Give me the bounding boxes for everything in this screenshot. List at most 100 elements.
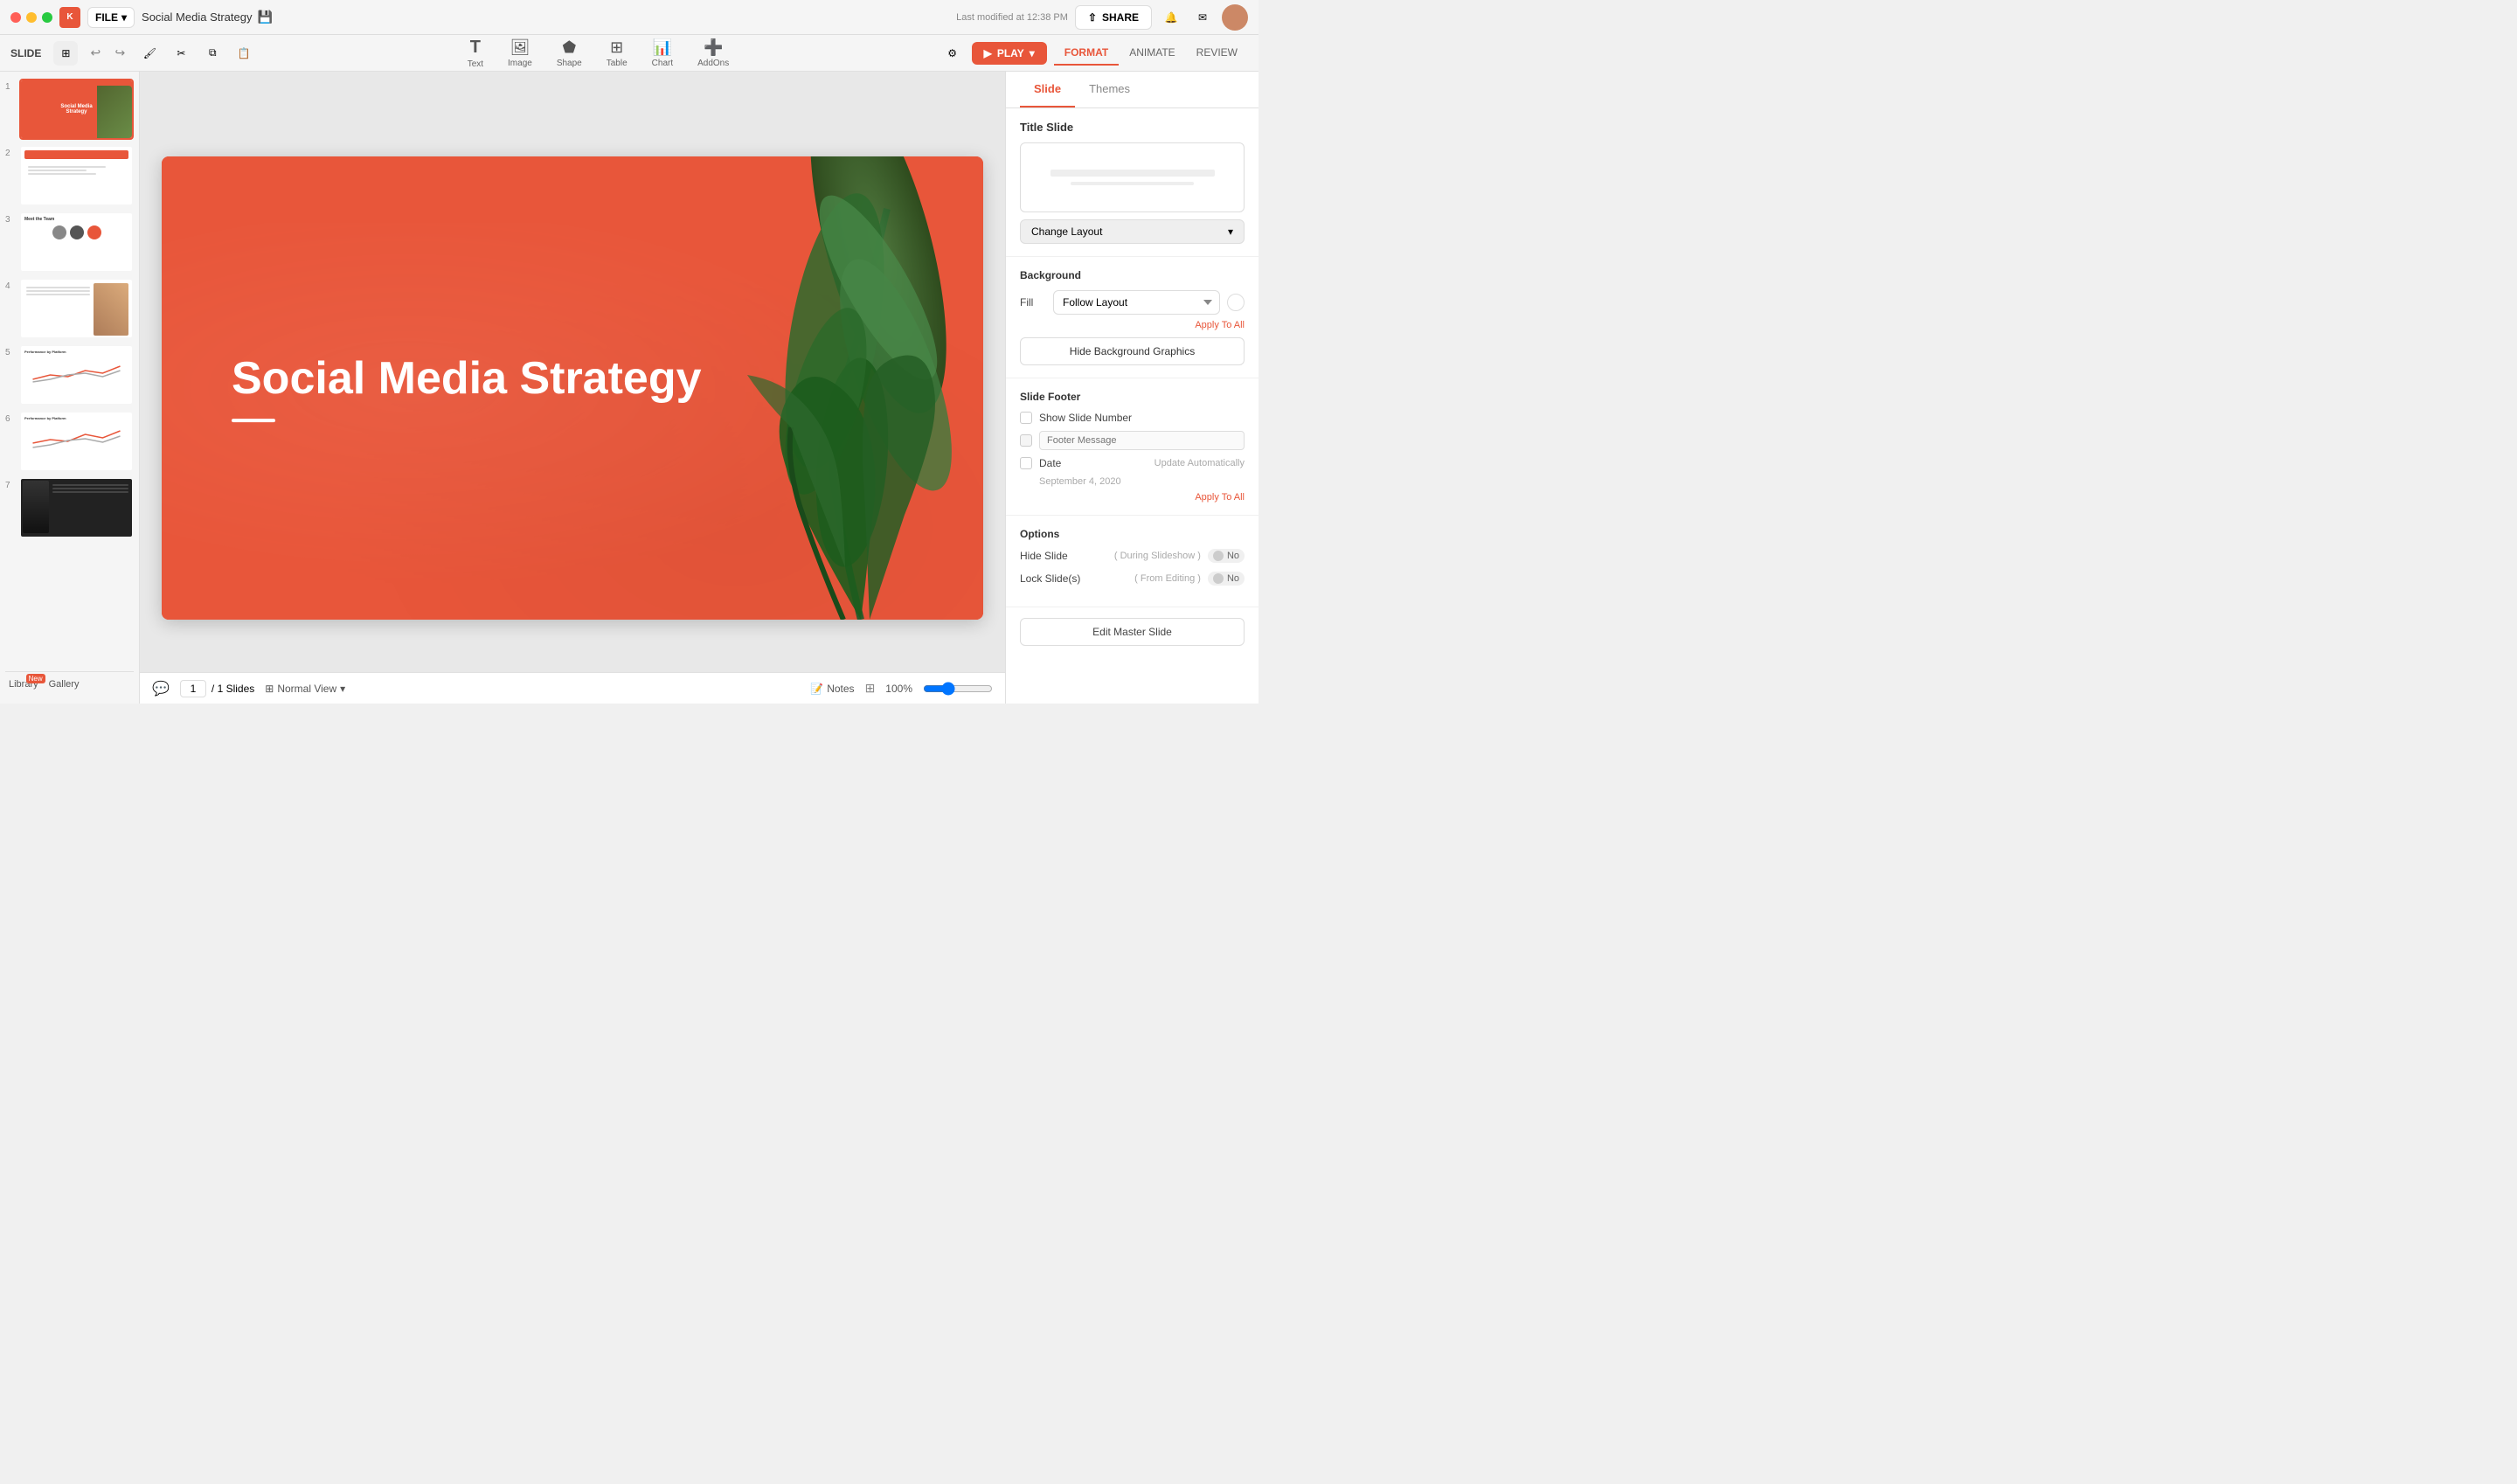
- redo-button[interactable]: ↪: [109, 43, 130, 64]
- background-title: Background: [1020, 269, 1245, 281]
- grid-view-button[interactable]: ⊞: [865, 681, 876, 696]
- slide-thumbnail-3[interactable]: Meet the Team: [19, 212, 134, 273]
- tab-animate[interactable]: ANIMATE: [1119, 41, 1185, 66]
- lock-slide-label: Lock Slide(s): [1020, 572, 1127, 585]
- copy-button[interactable]: ⧉: [200, 41, 225, 66]
- text-tool[interactable]: T Text: [455, 34, 496, 73]
- paste-button[interactable]: 📋: [232, 41, 256, 66]
- view-dropdown-icon: ▾: [340, 683, 345, 695]
- zoom-slider[interactable]: [923, 682, 993, 696]
- email-button[interactable]: ✉: [1190, 5, 1215, 30]
- settings-button[interactable]: ⚙: [940, 41, 965, 66]
- save-icon: 💾: [257, 10, 272, 24]
- page-number-input[interactable]: [180, 680, 206, 697]
- layout-title: Title Slide: [1020, 121, 1245, 134]
- canvas-area: Social Media Strategy 💬 / 1 Slides ⊞ Nor…: [140, 72, 1005, 704]
- gallery-button[interactable]: Gallery: [49, 679, 80, 690]
- footer-message-checkbox[interactable]: [1020, 434, 1032, 447]
- share-button[interactable]: ⇧ SHARE: [1075, 5, 1152, 30]
- chat-button[interactable]: 💬: [152, 680, 170, 697]
- tab-review[interactable]: REVIEW: [1186, 41, 1248, 66]
- show-slide-number-checkbox[interactable]: [1020, 412, 1032, 424]
- footer-message-row: [1020, 431, 1245, 450]
- text-icon: T: [470, 38, 481, 58]
- slide-thumbnail-5[interactable]: Performance by Platform: [19, 344, 134, 406]
- color-picker[interactable]: [1227, 294, 1245, 311]
- slide-thumbnail-7[interactable]: [19, 477, 134, 538]
- update-automatically-text: Update Automatically: [1154, 458, 1245, 468]
- last-modified-text: Last modified at 12:38 PM: [956, 12, 1068, 23]
- slide-thumb-2[interactable]: 2: [5, 145, 134, 206]
- fill-select[interactable]: Follow Layout: [1053, 290, 1220, 315]
- footer-title: Slide Footer: [1020, 391, 1245, 403]
- show-slide-number-row: Show Slide Number: [1020, 412, 1245, 424]
- app-icon: K: [59, 7, 80, 28]
- slide-thumbnail-4[interactable]: [19, 278, 134, 339]
- avatar[interactable]: [1222, 4, 1248, 31]
- slide-thumb-7[interactable]: 7: [5, 477, 134, 538]
- page-total-text: / 1 Slides: [211, 683, 254, 695]
- apply-to-all-link[interactable]: Apply To All: [1020, 320, 1245, 330]
- undo-button[interactable]: ↩: [85, 43, 106, 64]
- main-content: 1 Social MediaStrategy 2: [0, 72, 1258, 704]
- change-layout-dropdown-icon: ▾: [1228, 225, 1233, 238]
- view-selector[interactable]: ⊞ Normal View ▾: [265, 683, 345, 695]
- play-button[interactable]: ▶ PLAY ▾: [972, 42, 1047, 65]
- tab-format[interactable]: FORMAT: [1054, 41, 1119, 66]
- shape-tool[interactable]: ⬟ Shape: [544, 35, 594, 72]
- slide-panel: 1 Social MediaStrategy 2: [0, 72, 140, 704]
- close-button[interactable]: [10, 12, 21, 23]
- change-layout-button[interactable]: Change Layout ▾: [1020, 219, 1245, 244]
- date-checkbox[interactable]: [1020, 457, 1032, 469]
- slide-thumb-6[interactable]: 6 Performance by Platform: [5, 411, 134, 472]
- view-tabs: FORMAT ANIMATE REVIEW: [1054, 41, 1248, 66]
- title-bar: K FILE ▾ Social Media Strategy 💾 Last mo…: [0, 0, 1258, 35]
- layout-section: Title Slide Change Layout ▾: [1006, 108, 1258, 257]
- lock-slide-toggle[interactable]: No: [1208, 572, 1245, 586]
- layout-preview: [1020, 142, 1245, 212]
- chart-tool[interactable]: 📊 Chart: [640, 35, 685, 72]
- slide-thumb-5[interactable]: 5 Performance by Platform: [5, 344, 134, 406]
- tab-themes[interactable]: Themes: [1075, 72, 1144, 107]
- view-toggle-button[interactable]: ⊞: [53, 41, 78, 66]
- tab-slide[interactable]: Slide: [1020, 72, 1075, 107]
- library-button[interactable]: Library New: [9, 679, 38, 690]
- slide-thumb-1[interactable]: 1 Social MediaStrategy: [5, 79, 134, 140]
- notes-button[interactable]: 📝 Notes: [810, 683, 854, 695]
- slide-canvas[interactable]: Social Media Strategy: [162, 156, 983, 620]
- fill-label: Fill: [1020, 296, 1046, 309]
- minimize-button[interactable]: [26, 12, 37, 23]
- lock-slide-sub: ( From Editing ): [1134, 573, 1201, 584]
- slide-thumbnail-1[interactable]: Social MediaStrategy: [19, 79, 134, 140]
- slide-thumb-3[interactable]: 3 Meet the Team: [5, 212, 134, 273]
- cut-button[interactable]: ✂: [169, 41, 193, 66]
- hide-slide-row: Hide Slide ( During Slideshow ) No: [1020, 549, 1245, 563]
- footer-message-input[interactable]: [1039, 431, 1245, 450]
- play-dropdown-icon: ▾: [1030, 47, 1035, 59]
- shape-icon: ⬟: [562, 38, 576, 57]
- addons-tool[interactable]: ➕ AddOns: [685, 35, 741, 72]
- table-icon: ⊞: [610, 38, 623, 57]
- slide-thumb-4[interactable]: 4: [5, 278, 134, 339]
- options-section: Options Hide Slide ( During Slideshow ) …: [1006, 516, 1258, 607]
- hide-slide-toggle[interactable]: No: [1208, 549, 1245, 563]
- file-menu-button[interactable]: FILE ▾: [87, 7, 135, 28]
- apply-to-all-footer-link[interactable]: Apply To All: [1020, 492, 1245, 503]
- edit-master-slide-button[interactable]: Edit Master Slide: [1020, 618, 1245, 646]
- hide-slide-label: Hide Slide: [1020, 550, 1107, 562]
- table-tool[interactable]: ⊞ Table: [594, 35, 640, 72]
- maximize-button[interactable]: [42, 12, 52, 23]
- lock-toggle-off-icon: [1213, 573, 1224, 584]
- document-title: Social Media Strategy 💾: [142, 10, 273, 24]
- slide-toolbar: SLIDE ⊞ ↩ ↪ 🖌 ✂ ⧉ 📋 T Text 🖼 Image ⬟ Sha…: [0, 35, 1258, 72]
- paint-format-button[interactable]: 🖌: [137, 41, 162, 66]
- image-tool[interactable]: 🖼 Image: [496, 35, 544, 72]
- hide-background-graphics-button[interactable]: Hide Background Graphics: [1020, 337, 1245, 365]
- notifications-button[interactable]: 🔔: [1159, 5, 1183, 30]
- slide-thumbnail-2[interactable]: [19, 145, 134, 206]
- options-title: Options: [1020, 528, 1245, 540]
- date-value-text: September 4, 2020: [1039, 476, 1245, 487]
- layout-preview-line2: [1071, 182, 1194, 185]
- slide-thumbnail-6[interactable]: Performance by Platform: [19, 411, 134, 472]
- new-badge: New: [26, 674, 45, 683]
